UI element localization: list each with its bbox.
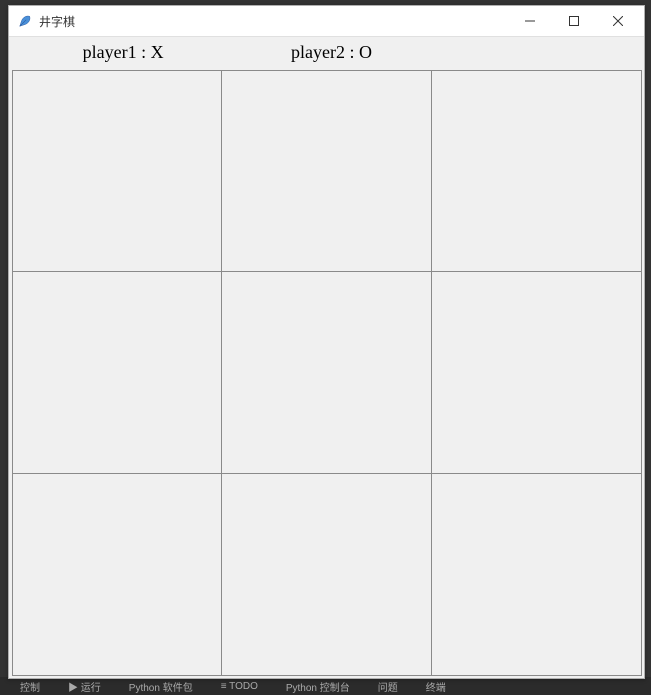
minimize-button[interactable]	[508, 6, 552, 36]
cell-2-0[interactable]	[12, 473, 223, 676]
window-controls	[508, 6, 640, 36]
ide-item: 终端	[426, 679, 446, 694]
ide-item: Python 控制台	[286, 679, 350, 694]
cell-2-1[interactable]	[221, 473, 432, 676]
player1-label: player1 : X	[19, 42, 227, 63]
ide-item: 问题	[378, 679, 398, 694]
feather-icon	[17, 13, 33, 29]
player-labels-row: player1 : X player2 : O	[9, 37, 644, 67]
cell-0-0[interactable]	[12, 70, 223, 273]
app-window: 井字棋 player1 : X player2 : O	[8, 5, 645, 679]
cell-2-2[interactable]	[431, 473, 642, 676]
ide-item: ≡ TODO	[221, 681, 258, 692]
maximize-button[interactable]	[552, 6, 596, 36]
game-board	[9, 67, 644, 678]
cell-1-0[interactable]	[12, 271, 223, 474]
titlebar[interactable]: 井字棋	[9, 6, 644, 37]
cell-1-2[interactable]	[431, 271, 642, 474]
cell-1-1[interactable]	[221, 271, 432, 474]
ide-bottom-bar: 控制 ▶ 运行 Python 软件包 ≡ TODO Python 控制台 问题 …	[0, 677, 651, 695]
player2-label: player2 : O	[227, 42, 435, 63]
close-button[interactable]	[596, 6, 640, 36]
cell-0-2[interactable]	[431, 70, 642, 273]
ide-item: 控制	[20, 679, 40, 694]
cell-0-1[interactable]	[221, 70, 432, 273]
ide-item: ▶ 运行	[68, 679, 101, 694]
ide-item: Python 软件包	[129, 679, 193, 694]
window-title: 井字棋	[39, 13, 508, 30]
